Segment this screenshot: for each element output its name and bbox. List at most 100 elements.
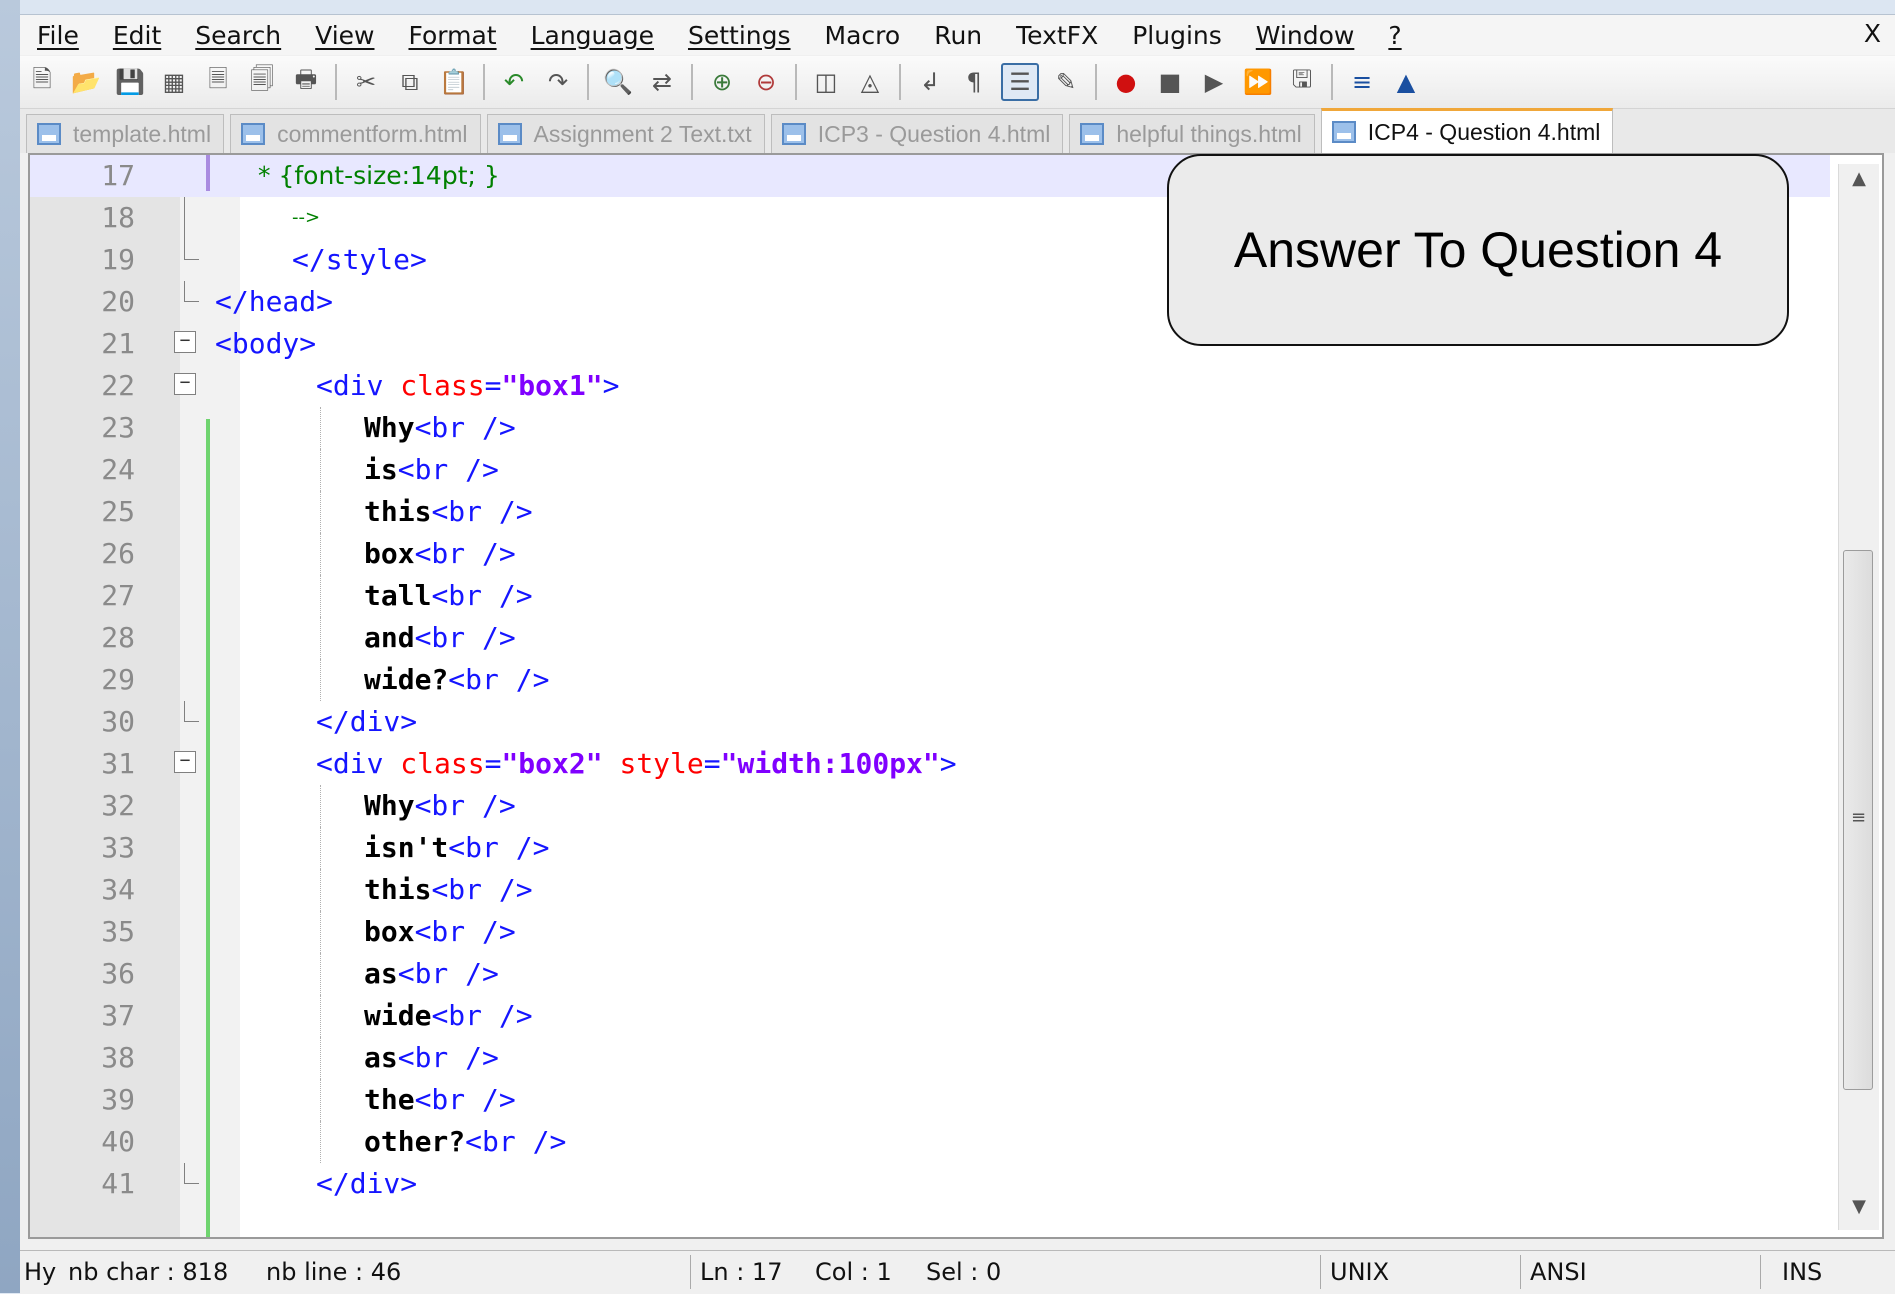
menu-run[interactable]: Run (917, 21, 999, 50)
show-all-chars-icon[interactable]: ¶ (957, 65, 991, 99)
line-number: 30 (101, 705, 135, 738)
code-line[interactable]: 41 </div> (30, 1163, 1830, 1205)
fold-toggle[interactable]: − (174, 373, 196, 395)
scroll-down-arrow-icon[interactable]: ▼ (1839, 1196, 1879, 1226)
fold-all-icon[interactable]: ≡ (1345, 65, 1379, 99)
stop-record-icon[interactable]: ■ (1153, 65, 1187, 99)
tab-icp3-question-4[interactable]: ICP3 - Question 4.html (770, 114, 1064, 153)
code-line[interactable]: 26 box<br /> (30, 533, 1830, 575)
code-line[interactable]: 28 and<br /> (30, 617, 1830, 659)
code-line[interactable]: 25 this<br /> (30, 491, 1830, 533)
code-line[interactable]: 37 wide<br /> (30, 995, 1830, 1037)
code-line[interactable]: 40 other?<br /> (30, 1121, 1830, 1163)
code-line[interactable]: 29 wide?<br /> (30, 659, 1830, 701)
saved-file-icon (1331, 121, 1356, 143)
scrollbar-thumb[interactable]: ≡ (1843, 550, 1873, 1090)
close-document-button[interactable]: X (1864, 19, 1881, 48)
status-separator (690, 1255, 691, 1289)
menu-search[interactable]: Search (178, 21, 298, 50)
unfold-icon[interactable]: ▲ (1389, 65, 1423, 99)
tab-assignment-2-text[interactable]: Assignment 2 Text.txt (486, 114, 765, 153)
indent-guide-icon[interactable]: ☰ (1001, 63, 1039, 101)
cut-icon[interactable]: ✂ (349, 65, 383, 99)
paste-icon[interactable]: 📋 (437, 65, 471, 99)
tab-label: Assignment 2 Text.txt (533, 120, 752, 147)
code-text: </style> (292, 243, 427, 276)
code-line[interactable]: 39 the<br /> (30, 1079, 1830, 1121)
line-number: 27 (101, 579, 135, 612)
code-line[interactable]: 30 </div> (30, 701, 1830, 743)
fold-guide (184, 197, 185, 239)
save-all-icon[interactable]: ▦ (157, 65, 191, 99)
line-number: 19 (101, 243, 135, 276)
line-number: 18 (101, 201, 135, 234)
tab-template-html[interactable]: template.html (26, 114, 225, 153)
code-line[interactable]: 32 Why<br /> (30, 785, 1830, 827)
open-file-icon[interactable]: 📂 (69, 65, 103, 99)
play-macro-icon[interactable]: ▶ (1197, 65, 1231, 99)
code-line[interactable]: 23 Why<br /> (30, 407, 1830, 449)
close-all-icon[interactable]: 🗐 (245, 65, 279, 99)
line-number: 22 (101, 369, 135, 402)
save-icon[interactable]: 💾 (113, 65, 147, 99)
redo-icon[interactable]: ↷ (541, 65, 575, 99)
replace-icon[interactable]: ⇄ (645, 65, 679, 99)
status-column: Col : 1 (815, 1258, 892, 1286)
code-line[interactable]: 36 as<br /> (30, 953, 1830, 995)
record-macro-icon[interactable]: ● (1109, 65, 1143, 99)
code-line[interactable]: 24 is<br /> (30, 449, 1830, 491)
indent-guide (320, 1121, 322, 1163)
menu-file[interactable]: File (20, 21, 96, 50)
code-line[interactable]: 31 − <div class="box2" style="width:100p… (30, 743, 1830, 785)
menu-macro[interactable]: Macro (808, 21, 918, 50)
code-text: </head> (215, 285, 334, 318)
save-macro-icon[interactable]: 🖫 (1285, 65, 1319, 99)
new-file-icon[interactable]: 🗎 (25, 65, 59, 99)
code-line[interactable]: 22 − <div class="box1"> (30, 365, 1830, 407)
fold-toggle[interactable]: − (174, 331, 196, 353)
status-insert-mode: INS (1782, 1258, 1823, 1286)
status-bar: Hy nb char : 818 nb line : 46 Ln : 17 Co… (20, 1250, 1895, 1294)
tab-icp4-question-4[interactable]: ICP4 - Question 4.html (1320, 108, 1614, 153)
line-number: 28 (101, 621, 135, 654)
find-icon[interactable]: 🔍 (601, 65, 635, 99)
code-line[interactable]: 34 this<br /> (30, 869, 1830, 911)
code-line[interactable]: 38 as<br /> (30, 1037, 1830, 1079)
scroll-up-arrow-icon[interactable]: ▲ (1839, 168, 1879, 198)
menu-edit[interactable]: Edit (96, 21, 178, 50)
code-text: isn't<br /> (364, 831, 550, 864)
status-separator (1320, 1255, 1321, 1289)
status-selection: Sel : 0 (926, 1258, 1002, 1286)
code-line[interactable]: 33 isn't<br /> (30, 827, 1830, 869)
menu-help[interactable]: ? (1371, 21, 1418, 50)
sync-horizontal-icon[interactable]: ◬ (853, 65, 887, 99)
answer-callout: Answer To Question 4 (1167, 154, 1789, 346)
run-macro-multiple-icon[interactable]: ⏩ (1241, 65, 1275, 99)
menu-format[interactable]: Format (391, 21, 513, 50)
vertical-scrollbar[interactable]: ▲ ≡ ▼ (1838, 164, 1879, 1230)
menu-textfx[interactable]: TextFX (999, 21, 1115, 50)
code-line[interactable]: 27 tall<br /> (30, 575, 1830, 617)
menu-plugins[interactable]: Plugins (1115, 21, 1239, 50)
tab-commentform-html[interactable]: commentform.html (230, 114, 481, 153)
copy-icon[interactable]: ⧉ (393, 65, 427, 99)
code-text: </div> (316, 705, 418, 738)
undo-icon[interactable]: ↶ (497, 65, 531, 99)
menu-settings[interactable]: Settings (671, 21, 808, 50)
toolbar-separator (899, 64, 901, 100)
menu-language[interactable]: Language (514, 21, 671, 50)
menu-view[interactable]: View (298, 21, 391, 50)
zoom-in-icon[interactable]: ⊕ (705, 65, 739, 99)
word-wrap-icon[interactable]: ↲ (913, 65, 947, 99)
tab-helpful-things[interactable]: helpful things.html (1069, 114, 1315, 153)
toolbar-separator (335, 64, 337, 100)
menu-window[interactable]: Window (1239, 21, 1372, 50)
print-icon[interactable]: 🖶 (289, 65, 323, 99)
fold-toggle[interactable]: − (174, 751, 196, 773)
sync-vertical-icon[interactable]: ◫ (809, 65, 843, 99)
close-icon[interactable]: 🗏 (201, 65, 235, 99)
user-lang-icon[interactable]: ✎ (1049, 65, 1083, 99)
zoom-out-icon[interactable]: ⊖ (749, 65, 783, 99)
code-line[interactable]: 35 box<br /> (30, 911, 1830, 953)
code-text: this<br /> (364, 873, 533, 906)
